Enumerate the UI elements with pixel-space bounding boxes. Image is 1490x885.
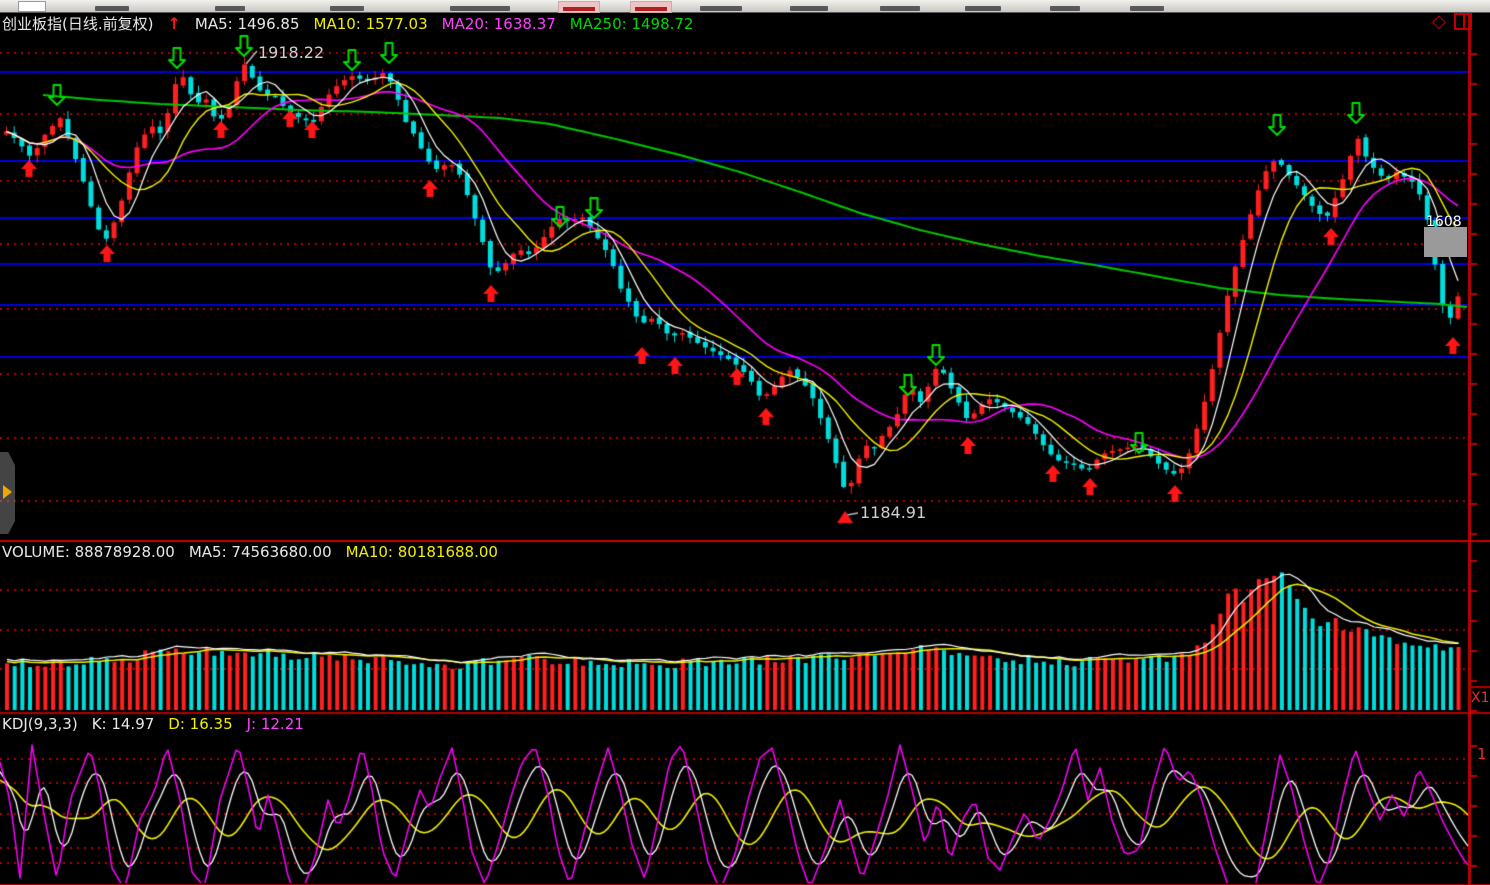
expand-arrow-icon	[3, 485, 12, 499]
volume-value: VOLUME: 88878928.00	[2, 543, 175, 561]
menu-item[interactable]	[790, 6, 828, 11]
menu-item[interactable]	[880, 6, 920, 11]
menu-item[interactable]	[965, 6, 1001, 11]
last-price-tag: 1608	[1424, 214, 1467, 266]
volume-pane-header: VOLUME: 88878928.00 MA5: 74563680.00 MA1…	[2, 543, 498, 561]
high-price-annotation: 1918.22	[258, 43, 324, 62]
menu-item[interactable]	[450, 6, 510, 11]
kdj-k-value: K: 14.97	[92, 715, 155, 733]
ma5-value: MA5: 1496.85	[195, 15, 300, 33]
menu-item[interactable]	[330, 6, 364, 11]
menu-item[interactable]	[700, 6, 742, 11]
menu-item[interactable]	[1050, 6, 1080, 11]
kdj-params: KDJ(9,3,3)	[2, 715, 78, 733]
diamond-icon[interactable]: ◇	[1432, 14, 1446, 30]
menu-item[interactable]	[1130, 6, 1164, 11]
x1-scale-label[interactable]: X1	[1471, 690, 1490, 706]
ma20-value: MA20: 1638.37	[442, 15, 556, 33]
volume-ma10-value: MA10: 80181688.00	[346, 543, 498, 561]
menu-item-highlighted[interactable]	[558, 1, 600, 13]
menu-item[interactable]	[95, 6, 129, 11]
split-window-icon[interactable]	[1454, 13, 1472, 30]
kdj-pane-header: KDJ(9,3,3) K: 14.97 D: 16.35 J: 12.21	[2, 715, 304, 733]
menu-item[interactable]	[215, 6, 245, 11]
menu-item-highlighted[interactable]	[630, 1, 672, 13]
menu-button[interactable]	[18, 1, 46, 12]
price-pane-header: 创业板指(日线.前复权) ↑ MA5: 1496.85 MA10: 1577.0…	[2, 13, 693, 34]
kdj-d-value: D: 16.35	[168, 715, 232, 733]
trend-up-icon: ↑	[167, 14, 180, 33]
menu-bar[interactable]	[0, 0, 1490, 13]
last-price-tag-box	[1424, 227, 1467, 257]
symbol-title: 创业板指(日线.前复权)	[2, 13, 153, 34]
last-price-tag-value: 1608	[1426, 214, 1462, 230]
left-panel-expander[interactable]	[0, 452, 15, 534]
kdj-j-value: J: 12.21	[247, 715, 304, 733]
kdj-axis-top-number: 1	[1477, 745, 1487, 763]
chart-canvas[interactable]	[0, 0, 1490, 885]
ma250-value: MA250: 1498.72	[570, 15, 694, 33]
volume-ma5-value: MA5: 74563680.00	[189, 543, 332, 561]
stock-chart-window: 创业板指(日线.前复权) ↑ MA5: 1496.85 MA10: 1577.0…	[0, 0, 1490, 885]
ma10-value: MA10: 1577.03	[314, 15, 428, 33]
low-price-annotation: 1184.91	[860, 503, 926, 522]
